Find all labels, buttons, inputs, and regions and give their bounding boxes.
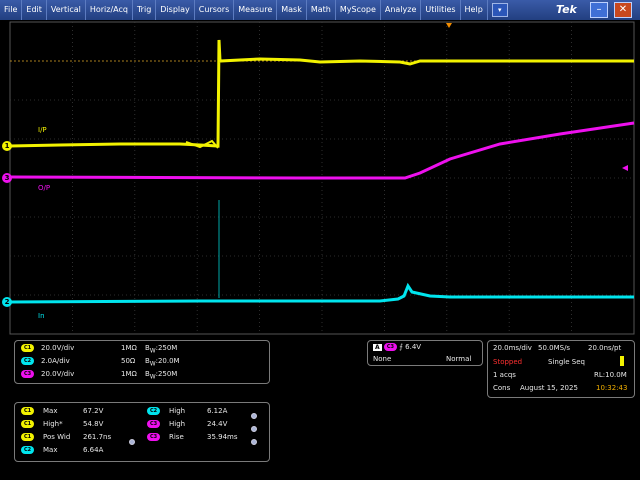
time: 10:32:43 xyxy=(596,384,628,392)
menu-analyze[interactable]: Analyze xyxy=(381,0,422,20)
brand-logo: Tek xyxy=(556,3,577,16)
meas-value: 24.4V xyxy=(207,420,228,428)
trigger-mode-label: Normal xyxy=(446,355,472,363)
menu-cursors[interactable]: Cursors xyxy=(195,0,235,20)
measurements-panel[interactable]: C1 Max 67.2V C2 High 6.12A C1 High* 54.8… xyxy=(14,402,270,462)
acquisition-count: 1 acqs xyxy=(493,371,516,379)
menu-vertical[interactable]: Vertical xyxy=(47,0,86,20)
meas-badge: C2 xyxy=(21,446,35,454)
ch3-bandwidth: BW:250M xyxy=(145,370,178,381)
ch2-scale: 2.0A/div xyxy=(41,357,70,365)
meas-badge: C1 xyxy=(21,433,35,441)
meas-name: High* xyxy=(43,420,63,428)
record-length: RL:10.0M xyxy=(594,371,627,379)
ch2-marker[interactable]: 2 xyxy=(2,297,12,307)
stats-indicator-icon[interactable] xyxy=(251,426,257,432)
measurement-row[interactable]: C2 Max 6.64A xyxy=(21,446,103,454)
trigger-none-label: None xyxy=(373,355,392,363)
menu-math[interactable]: Math xyxy=(307,0,336,20)
date: August 15, 2025 xyxy=(520,384,578,392)
channel-settings-panel[interactable]: C1 20.0V/div 1MΩ BW:250M C2 2.0A/div 50Ω… xyxy=(14,340,270,384)
meas-badge: C1 xyxy=(21,407,35,415)
ch1-badge: C1 xyxy=(21,344,35,352)
menu-edit[interactable]: Edit xyxy=(22,0,47,20)
trigger-panel[interactable]: A C3 ⨍ 6.4V None Normal xyxy=(367,340,483,366)
ch2-bandwidth: BW:20.0M xyxy=(145,357,180,368)
meas-name: Pos Wid xyxy=(43,433,71,441)
acquisition-mode: Cons xyxy=(493,384,511,392)
channel-row[interactable]: C1 20.0V/div 1MΩ BW:250M xyxy=(21,344,177,354)
stats-indicator-icon[interactable] xyxy=(251,439,257,445)
measurement-row[interactable]: C1 High* 54.8V C3 High 24.4V xyxy=(21,420,227,428)
measurement-row[interactable]: C1 Max 67.2V C2 High 6.12A xyxy=(21,407,227,415)
sample-rate: 50.0MS/s xyxy=(538,344,571,352)
trigger-position-marker[interactable] xyxy=(446,23,452,28)
acquisition-panel[interactable]: 20.0ms/div 50.0MS/s 20.0ns/pt Stopped Si… xyxy=(487,340,635,398)
ch2-trace-label: In xyxy=(38,312,45,320)
trigger-level: 6.4V xyxy=(405,343,422,351)
meas-badge: C1 xyxy=(21,420,35,428)
run-indicator-icon xyxy=(620,356,624,366)
ch2-coupling: 50Ω xyxy=(121,357,136,365)
meas-name: High xyxy=(169,420,186,428)
channel-row[interactable]: C3 20.0V/div 1MΩ BW:250M xyxy=(21,370,177,380)
meas-badge: C3 xyxy=(147,433,161,441)
menu-horiz-acq[interactable]: Horiz/Acq xyxy=(86,0,133,20)
measurement-row[interactable]: C1 Pos Wid 261.7ns C3 Rise 35.94ms xyxy=(21,433,238,441)
ch3-badge: C3 xyxy=(21,370,35,378)
meas-value: 67.2V xyxy=(83,407,104,415)
menu-myscope[interactable]: MyScope xyxy=(336,0,381,20)
trigger-mode-badge: A xyxy=(373,344,382,351)
menu-file[interactable]: File xyxy=(0,0,23,20)
meas-name: High xyxy=(169,407,186,415)
trigger-edge-icon: ⨍ xyxy=(399,343,403,351)
stats-indicator-icon[interactable] xyxy=(251,413,257,419)
timebase: 20.0ms/div xyxy=(493,344,532,352)
menu-bar: File Edit Vertical Horiz/Acq Trig Displa… xyxy=(0,0,640,20)
minimize-icon[interactable]: – xyxy=(590,2,608,18)
ch1-trace-label: I/P xyxy=(38,126,47,134)
menu-help[interactable]: Help xyxy=(461,0,488,20)
ch2-badge: C2 xyxy=(21,357,35,365)
ch1-marker[interactable]: 1 xyxy=(2,141,12,151)
resolution: 20.0ns/pt xyxy=(588,344,622,352)
ch3-coupling: 1MΩ xyxy=(121,370,137,378)
sequence-mode: Single Seq xyxy=(548,358,585,366)
menu-measure[interactable]: Measure xyxy=(234,0,278,20)
stats-indicator-icon[interactable] xyxy=(129,439,135,445)
ch1-bandwidth: BW:250M xyxy=(145,344,178,355)
meas-badge: C3 xyxy=(147,420,161,428)
menu-dropdown-icon[interactable]: ▾ xyxy=(491,3,508,17)
meas-value: 261.7ns xyxy=(83,433,112,441)
meas-value: 54.8V xyxy=(83,420,104,428)
ch3-trace-label: O/P xyxy=(38,184,51,192)
ch3-marker[interactable]: 3 xyxy=(2,173,12,183)
meas-name: Max xyxy=(43,407,58,415)
waveform-display[interactable] xyxy=(0,20,640,340)
ch3-offset-arrow[interactable] xyxy=(622,165,628,171)
meas-name: Max xyxy=(43,446,58,454)
acquisition-status: Stopped xyxy=(493,358,523,366)
menu-trig[interactable]: Trig xyxy=(133,0,157,20)
channel-row[interactable]: C2 2.0A/div 50Ω BW:20.0M xyxy=(21,357,180,367)
ch1-scale: 20.0V/div xyxy=(41,344,75,352)
meas-value: 6.12A xyxy=(207,407,228,415)
ch1-coupling: 1MΩ xyxy=(121,344,137,352)
meas-name: Rise xyxy=(169,433,184,441)
meas-badge: C2 xyxy=(147,407,161,415)
trigger-source-badge: C3 xyxy=(383,343,398,351)
close-icon[interactable]: ✕ xyxy=(614,2,632,18)
menu-display[interactable]: Display xyxy=(156,0,195,20)
ch3-scale: 20.0V/div xyxy=(41,370,75,378)
meas-value: 35.94ms xyxy=(207,433,238,441)
meas-value: 6.64A xyxy=(83,446,104,454)
menu-mask[interactable]: Mask xyxy=(277,0,307,20)
menu-utilities[interactable]: Utilities xyxy=(421,0,461,20)
